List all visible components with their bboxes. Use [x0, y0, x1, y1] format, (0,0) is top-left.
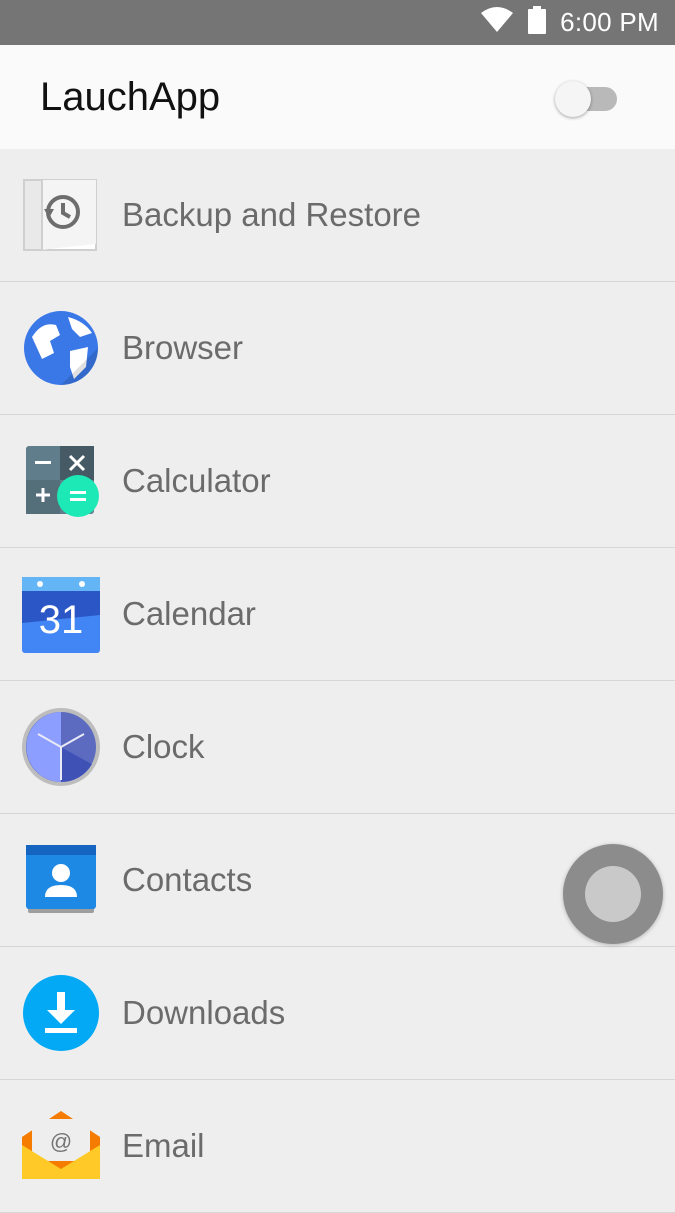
email-icon-text: @ — [50, 1129, 72, 1154]
assistive-touch-button[interactable] — [563, 844, 663, 944]
calculator-icon — [20, 440, 102, 522]
app-label: Calculator — [122, 462, 271, 499]
app-item-backup-and-restore[interactable]: Backup and Restore — [0, 149, 675, 282]
app-label: Calendar — [122, 595, 256, 632]
status-time: 6:00 PM — [560, 7, 659, 37]
calendar-icon-text: 31 — [39, 598, 84, 642]
contacts-icon — [20, 839, 102, 921]
app-list: Backup and Restore Browser Calculator 31… — [0, 149, 675, 1213]
assistive-touch-inner — [585, 866, 641, 922]
toggle-switch[interactable] — [555, 81, 617, 117]
backup-restore-icon — [20, 174, 102, 256]
app-item-downloads[interactable]: Downloads — [0, 947, 675, 1080]
app-item-email[interactable]: @ Email — [0, 1080, 675, 1213]
wifi-icon — [480, 7, 514, 38]
app-label: Downloads — [122, 994, 286, 1031]
email-icon: @ — [20, 1105, 102, 1187]
app-item-calculator[interactable]: Calculator — [0, 415, 675, 548]
status-bar: 6:00 PM — [0, 0, 675, 45]
toggle-thumb — [555, 81, 591, 117]
battery-icon — [528, 6, 547, 39]
app-item-browser[interactable]: Browser — [0, 282, 675, 415]
app-label: Backup and Restore — [122, 196, 422, 233]
app-item-clock[interactable]: Clock — [0, 681, 675, 814]
calendar-icon: 31 — [20, 573, 102, 655]
app-title: LauchApp — [40, 75, 221, 119]
app-label: Browser — [122, 329, 244, 366]
app-item-calendar[interactable]: 31 Calendar — [0, 548, 675, 681]
app-label: Email — [122, 1127, 205, 1164]
downloads-icon — [20, 972, 102, 1054]
app-label: Clock — [122, 728, 205, 765]
app-bar: LauchApp — [0, 45, 675, 149]
app-label: Contacts — [122, 861, 253, 898]
clock-icon — [20, 706, 102, 788]
browser-globe-icon — [20, 307, 102, 389]
